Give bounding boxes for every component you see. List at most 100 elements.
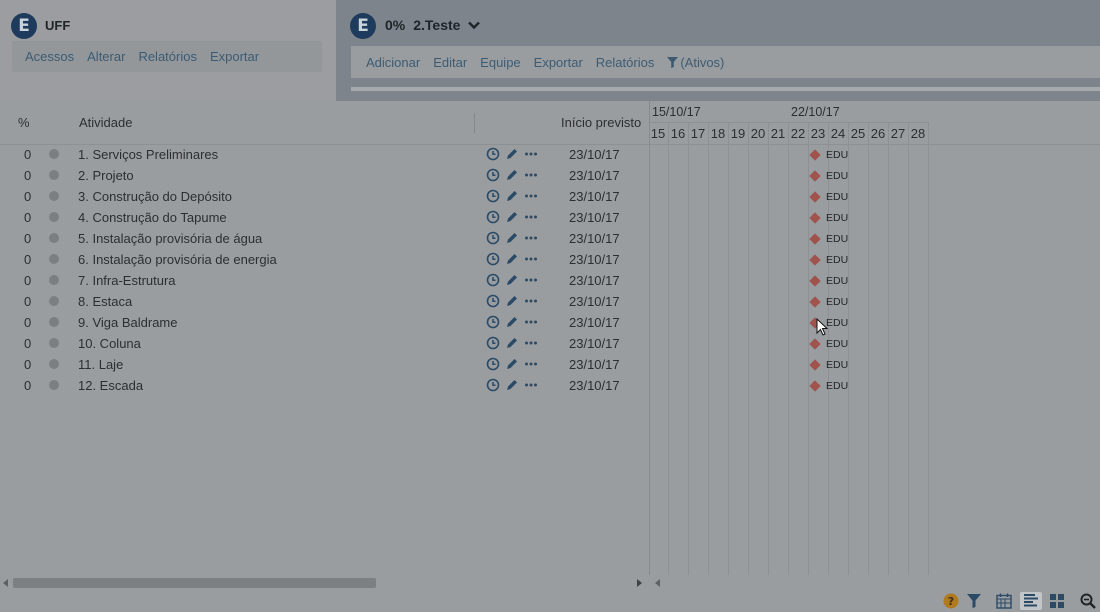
menu-exportar-projeto[interactable]: Exportar: [534, 55, 583, 70]
more-icon[interactable]: [524, 378, 538, 395]
menu-adicionar[interactable]: Adicionar: [366, 55, 420, 70]
more-icon[interactable]: [524, 357, 538, 374]
filter-icon[interactable]: [965, 592, 983, 610]
milestone-diamond-icon[interactable]: [809, 254, 821, 266]
more-icon[interactable]: [524, 147, 538, 164]
row-activity-name[interactable]: 3. Construção do Depósito: [78, 189, 232, 204]
clock-icon[interactable]: [486, 168, 500, 185]
pencil-icon[interactable]: [505, 210, 519, 227]
row-activity-name[interactable]: 1. Serviços Preliminares: [78, 147, 218, 162]
menu-acessos[interactable]: Acessos: [25, 49, 74, 64]
milestone-diamond-icon[interactable]: [809, 338, 821, 350]
pencil-icon[interactable]: [505, 168, 519, 185]
clock-icon[interactable]: [486, 273, 500, 290]
row-activity-name[interactable]: 7. Infra-Estrutura: [78, 273, 176, 288]
menu-relatorios-projeto[interactable]: Relatórios: [596, 55, 655, 70]
project-logo[interactable]: E: [350, 13, 376, 39]
menu-alterar[interactable]: Alterar: [87, 49, 125, 64]
more-icon[interactable]: [524, 336, 538, 353]
more-icon[interactable]: [524, 189, 538, 206]
col-header-start[interactable]: Início previsto: [561, 115, 641, 130]
milestone-diamond-icon[interactable]: [809, 149, 821, 161]
row-activity-name[interactable]: 6. Instalação provisória de energia: [78, 252, 277, 267]
grid-view-icon[interactable]: [1048, 592, 1066, 610]
calendar-icon[interactable]: [995, 592, 1013, 610]
table-row[interactable]: 0 11. Laje 23/10/17: [0, 354, 649, 375]
clock-icon[interactable]: [486, 231, 500, 248]
clock-icon[interactable]: [486, 357, 500, 374]
row-activity-name[interactable]: 10. Coluna: [78, 336, 141, 351]
pencil-icon[interactable]: [505, 294, 519, 311]
pencil-icon[interactable]: [505, 336, 519, 353]
more-icon[interactable]: [524, 231, 538, 248]
menu-editar[interactable]: Editar: [433, 55, 467, 70]
table-row[interactable]: 0 2. Projeto 23/10/17: [0, 165, 649, 186]
clock-icon[interactable]: [486, 336, 500, 353]
milestone-diamond-icon[interactable]: [809, 275, 821, 287]
milestone-diamond-icon[interactable]: [809, 380, 821, 392]
clock-icon[interactable]: [486, 210, 500, 227]
table-row[interactable]: 0 4. Construção do Tapume 23/10/17: [0, 207, 649, 228]
more-icon[interactable]: [524, 210, 538, 227]
filter-ativos[interactable]: (Ativos): [667, 55, 724, 70]
clock-icon[interactable]: [486, 189, 500, 206]
row-activity-name[interactable]: 4. Construção do Tapume: [78, 210, 227, 225]
gantt-scroll-left-icon[interactable]: [655, 579, 660, 587]
milestone-diamond-icon[interactable]: [809, 233, 821, 245]
milestone-diamond-icon[interactable]: [809, 191, 821, 203]
milestone-diamond-icon[interactable]: [809, 212, 821, 224]
more-icon[interactable]: [524, 252, 538, 269]
table-row[interactable]: 0 6. Instalação provisória de energia 23/1…: [0, 249, 649, 270]
help-icon[interactable]: ?: [942, 592, 960, 610]
menu-exportar[interactable]: Exportar: [210, 49, 259, 64]
milestone-diamond-icon[interactable]: [809, 359, 821, 371]
milestone-diamond-icon[interactable]: [809, 296, 821, 308]
zoom-icon[interactable]: [1079, 592, 1097, 610]
chevron-down-icon[interactable]: [468, 19, 481, 31]
milestone-diamond-icon[interactable]: [809, 170, 821, 182]
pencil-icon[interactable]: [505, 189, 519, 206]
pencil-icon[interactable]: [505, 273, 519, 290]
scroll-right-icon[interactable]: [637, 579, 642, 587]
org-logo[interactable]: E: [11, 13, 37, 39]
more-icon[interactable]: [524, 273, 538, 290]
gantt-splitter[interactable]: [649, 101, 650, 575]
menu-equipe[interactable]: Equipe: [480, 55, 520, 70]
pencil-icon[interactable]: [505, 231, 519, 248]
clock-icon[interactable]: [486, 378, 500, 395]
pencil-icon[interactable]: [505, 378, 519, 395]
table-row[interactable]: 0 9. Viga Baldrame 23/10/17: [0, 312, 649, 333]
clock-icon[interactable]: [486, 252, 500, 269]
scrollbar-thumb[interactable]: [13, 578, 376, 588]
menu-relatorios[interactable]: Relatórios: [138, 49, 197, 64]
col-header-activity[interactable]: Atividade: [79, 115, 132, 130]
table-row[interactable]: 0 12. Escada 23/10/17: [0, 375, 649, 396]
horizontal-scrollbar[interactable]: [0, 575, 649, 590]
pencil-icon[interactable]: [505, 357, 519, 374]
gantt-view-icon[interactable]: [1020, 592, 1042, 610]
row-activity-name[interactable]: 5. Instalação provisória de água: [78, 231, 262, 246]
row-activity-name[interactable]: 8. Estaca: [78, 294, 132, 309]
scroll-left-icon[interactable]: [3, 579, 8, 587]
table-row[interactable]: 0 3. Construção do Depósito 23/10/17: [0, 186, 649, 207]
clock-icon[interactable]: [486, 147, 500, 164]
row-activity-name[interactable]: 9. Viga Baldrame: [78, 315, 178, 330]
pencil-icon[interactable]: [505, 315, 519, 332]
table-row[interactable]: 0 10. Coluna 23/10/17: [0, 333, 649, 354]
table-row[interactable]: 0 5. Instalação provisória de água 23/10/1…: [0, 228, 649, 249]
project-title[interactable]: 0% 2.Teste: [385, 17, 481, 33]
row-activity-name[interactable]: 12. Escada: [78, 378, 143, 393]
pencil-icon[interactable]: [505, 147, 519, 164]
row-activity-name[interactable]: 11. Laje: [78, 357, 123, 372]
more-icon[interactable]: [524, 168, 538, 185]
col-header-percent[interactable]: %: [18, 115, 30, 130]
table-row[interactable]: 0 7. Infra-Estrutura 23/10/17: [0, 270, 649, 291]
more-icon[interactable]: [524, 315, 538, 332]
table-row[interactable]: 0 1. Serviços Preliminares 23/10/17: [0, 144, 649, 165]
clock-icon[interactable]: [486, 294, 500, 311]
row-activity-name[interactable]: 2. Projeto: [78, 168, 134, 183]
clock-icon[interactable]: [486, 315, 500, 332]
pencil-icon[interactable]: [505, 252, 519, 269]
table-row[interactable]: 0 8. Estaca 23/10/17: [0, 291, 649, 312]
column-resize-handle[interactable]: [474, 113, 475, 133]
